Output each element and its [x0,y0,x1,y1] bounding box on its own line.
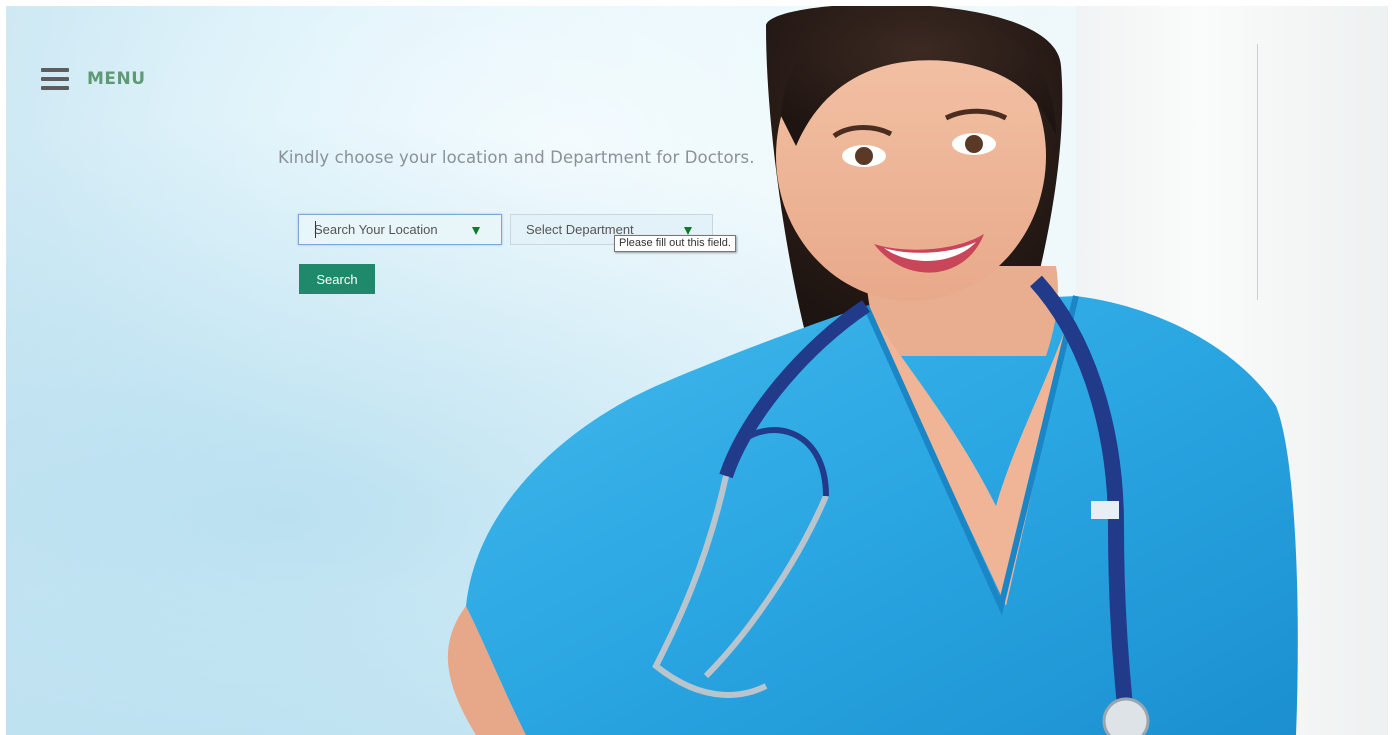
doctor-photo [447,6,1298,735]
menu-button[interactable]: MENU [41,68,146,90]
menu-label[interactable]: MENU [87,69,146,89]
hamburger-icon[interactable] [41,68,69,90]
triangle-down-icon [684,227,692,235]
text-caret [315,221,316,238]
page-headline: Kindly choose your location and Departme… [278,148,755,167]
triangle-down-icon [472,227,480,235]
validation-tooltip: Please fill out this field. [614,235,736,252]
search-button[interactable]: Search [299,264,375,294]
location-select-placeholder: Search Your Location [314,222,438,237]
hero-background [6,6,1388,735]
location-select[interactable]: Search Your Location [298,214,502,245]
page: MENU Kindly choose your location and Dep… [0,0,1394,735]
